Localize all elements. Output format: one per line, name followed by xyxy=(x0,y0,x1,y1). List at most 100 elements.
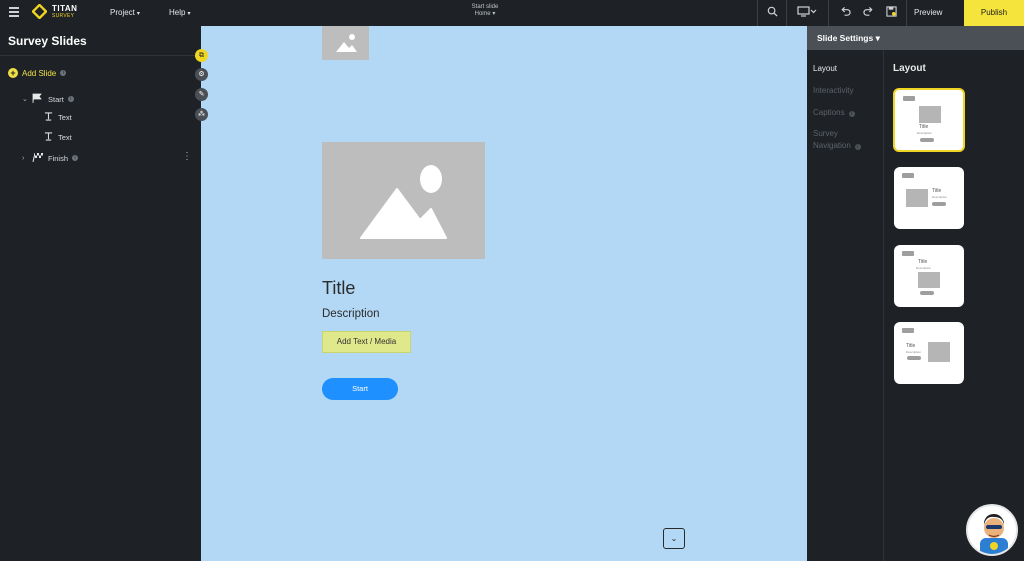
divider xyxy=(757,0,758,26)
settings-tool-button[interactable]: ⚙ xyxy=(195,68,208,81)
undo-icon[interactable] xyxy=(838,6,852,20)
tree-item-text[interactable]: Text xyxy=(42,112,72,123)
nav-survey-navigation[interactable]: Survey Navigation i xyxy=(813,128,875,151)
slides-icon: ⧉ xyxy=(199,52,204,59)
chevron-down-icon[interactable]: ⌄ xyxy=(22,95,32,103)
layout-image-placeholder xyxy=(919,106,941,123)
nav-captions[interactable]: Captions i xyxy=(813,107,855,119)
survey-slides-sidebar: Survey Slides + Add Slide i ⌄ Start i Te… xyxy=(0,26,201,561)
slide-canvas[interactable] xyxy=(201,26,807,561)
hamburger-menu-icon[interactable] xyxy=(9,7,19,17)
text-element-icon xyxy=(42,112,54,123)
layout-button-placeholder xyxy=(920,291,934,295)
network-icon: ⁂ xyxy=(198,111,205,118)
scroll-down-button[interactable]: ⌄ xyxy=(663,528,685,549)
top-bar: TITAN SURVEY Project ▾ Help ▾ Start slide … xyxy=(0,0,1024,26)
menu-project[interactable]: Project ▾ xyxy=(110,8,140,17)
nav-interactivity[interactable]: Interactivity xyxy=(813,85,853,97)
layout-button-placeholder xyxy=(920,138,934,142)
slide-description-text[interactable]: Description xyxy=(322,308,380,320)
current-slide-name: Start slide xyxy=(471,4,499,10)
chevron-down-icon: ▾ xyxy=(136,11,140,17)
info-icon[interactable]: i xyxy=(848,111,855,117)
info-icon[interactable]: i xyxy=(72,155,79,161)
chevron-down-icon: ▾ xyxy=(875,33,880,43)
titan-logo-icon xyxy=(32,4,47,19)
add-text-media-button[interactable]: Add Text / Media xyxy=(322,331,411,353)
brush-icon: ✎ xyxy=(198,91,205,98)
tree-item-label: Finish xyxy=(48,153,69,163)
logo-main-text: TITAN xyxy=(52,3,78,13)
tree-item-text[interactable]: Text xyxy=(42,132,72,143)
divider xyxy=(906,0,907,26)
checkered-flag-icon xyxy=(32,152,44,164)
image-placeholder[interactable] xyxy=(322,26,369,60)
logo-text: TITAN SURVEY xyxy=(52,3,78,19)
more-options-icon[interactable]: ⋮ xyxy=(182,151,192,162)
divider xyxy=(786,0,787,26)
layout-option-3[interactable]: Title Description xyxy=(894,245,964,307)
layout-tag xyxy=(902,173,914,178)
info-icon[interactable]: i xyxy=(67,96,74,102)
layout-description: Description xyxy=(932,195,948,199)
slide-title-selector[interactable]: Start slide Home ▾ xyxy=(440,4,530,18)
panel-title: Slide Settings xyxy=(817,33,874,43)
layout-heading: Layout xyxy=(893,63,926,74)
menu-help[interactable]: Help ▾ xyxy=(169,8,190,17)
layout-title: Title xyxy=(906,343,916,349)
current-page-name: Home ▾ xyxy=(474,10,496,17)
save-icon[interactable] xyxy=(884,6,898,20)
layout-tag xyxy=(902,328,914,333)
publish-button[interactable]: Publish xyxy=(964,0,1024,26)
redo-icon[interactable] xyxy=(861,6,875,20)
slide-settings-panel: Slide Settings ▾ Layout Interactivity Ca… xyxy=(807,26,1024,561)
tree-item-finish[interactable]: › Finish i xyxy=(22,152,79,164)
slide-tool-button[interactable]: ⧉ xyxy=(195,49,208,62)
layout-image-placeholder xyxy=(918,272,940,288)
layout-description: Description xyxy=(906,350,922,354)
nav-layout[interactable]: Layout xyxy=(813,63,837,75)
tree-item-start[interactable]: ⌄ Start i xyxy=(22,93,74,105)
gear-icon: ⚙ xyxy=(198,71,205,78)
layout-description: Description xyxy=(917,131,933,135)
search-icon[interactable] xyxy=(765,6,779,20)
text-element-icon xyxy=(42,132,54,143)
add-slide-button[interactable]: + Add Slide i xyxy=(8,68,67,78)
image-icon xyxy=(336,34,357,52)
tree-item-label: Start xyxy=(48,94,64,104)
layout-option-4[interactable]: Title Description xyxy=(894,322,964,384)
divider xyxy=(828,0,829,26)
layout-button-placeholder xyxy=(932,202,946,206)
preview-button[interactable]: Preview xyxy=(914,8,942,17)
chevron-down-icon: ▾ xyxy=(187,11,191,17)
style-tool-button[interactable]: ✎ xyxy=(195,88,208,101)
layout-image-placeholder xyxy=(906,189,928,207)
slide-settings-header[interactable]: Slide Settings ▾ xyxy=(807,26,1024,50)
tree-item-label: Text xyxy=(58,113,72,122)
layout-option-1[interactable]: Title Description xyxy=(893,88,965,152)
layout-option-2[interactable]: Title Description xyxy=(894,167,964,229)
layout-button-placeholder xyxy=(907,356,921,360)
layout-tag xyxy=(902,251,914,256)
slide-title-text[interactable]: Title xyxy=(322,278,355,299)
avatar[interactable] xyxy=(966,504,1018,556)
flag-icon xyxy=(32,93,44,105)
layout-title: Title xyxy=(919,124,929,130)
layout-title: Title xyxy=(918,259,928,265)
layout-tag xyxy=(903,96,915,101)
main-image-placeholder[interactable] xyxy=(322,142,485,259)
current-page-label: Home xyxy=(474,10,491,17)
device-preview-icon[interactable] xyxy=(796,6,818,20)
plus-icon: + xyxy=(8,68,18,78)
chevron-right-icon[interactable]: › xyxy=(22,155,32,162)
info-icon[interactable]: i xyxy=(854,143,861,150)
app-logo[interactable]: TITAN SURVEY xyxy=(32,4,77,19)
start-button[interactable]: Start xyxy=(322,378,398,400)
connections-tool-button[interactable]: ⁂ xyxy=(195,108,208,121)
info-icon[interactable]: i xyxy=(60,70,67,76)
image-icon xyxy=(360,165,447,239)
nav-survey-navigation-label: Survey Navigation xyxy=(813,129,851,150)
tree-item-label: Text xyxy=(58,133,72,142)
chevron-down-icon: ⌄ xyxy=(670,534,678,543)
menu-help-label: Help xyxy=(169,8,186,17)
